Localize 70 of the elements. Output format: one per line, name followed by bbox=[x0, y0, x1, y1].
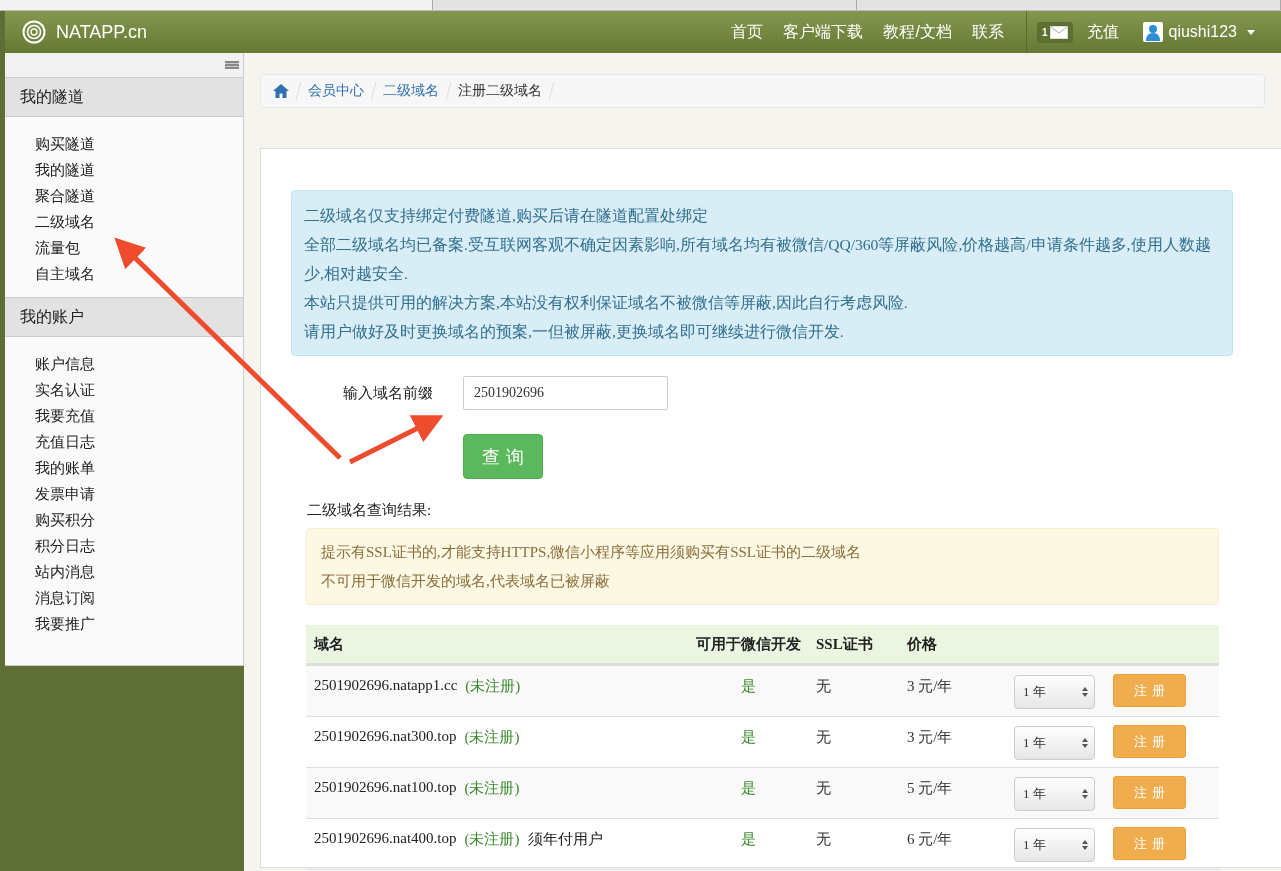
section-header: 我的隧道 bbox=[5, 77, 243, 117]
table-cell-text: 3 元/年 bbox=[907, 728, 954, 747]
sidebar-item[interactable]: 账户信息 bbox=[35, 351, 95, 377]
sidebar-item[interactable]: 实名认证 bbox=[35, 377, 95, 403]
domain-name: 2501902696.nat400.top bbox=[314, 830, 457, 848]
status-text: (未注册) bbox=[464, 830, 520, 849]
sidebar-item[interactable]: 我要推广 bbox=[35, 611, 95, 637]
sidebar-item[interactable]: 流量包 bbox=[35, 235, 80, 261]
table-cell-text: 是 bbox=[739, 677, 757, 696]
sidebar-item[interactable]: 发票申请 bbox=[35, 481, 95, 507]
sidebar-item[interactable]: 消息订阅 bbox=[35, 585, 95, 611]
alert-text: 提示有SSL证书的,才能支持HTTPS,微信小程序等应用须购买有SSL证书的二级域名 bbox=[321, 543, 863, 562]
column-header: 价格 bbox=[907, 634, 938, 654]
period-select[interactable]: 1 年 bbox=[1014, 828, 1095, 862]
sidebar-item[interactable]: 我的隧道 bbox=[35, 157, 95, 183]
column-header: 域名 bbox=[314, 634, 345, 654]
nav-link[interactable]: 首页 bbox=[721, 21, 774, 43]
sidebar-item[interactable]: 自主域名 bbox=[35, 261, 95, 287]
section-header: 我的账户 bbox=[5, 297, 243, 337]
sidebar-item[interactable]: 购买隧道 bbox=[35, 131, 95, 157]
column-header: 可用于微信开发 bbox=[694, 634, 802, 654]
user-menu[interactable]: qiushi123 bbox=[1142, 22, 1255, 42]
table-cell-text: 5 元/年 bbox=[907, 779, 954, 798]
status-text: (未注册) bbox=[465, 677, 521, 696]
nav-link[interactable]: 联系 bbox=[961, 21, 1014, 43]
alert-text: 全部二级域名均已备案.受互联网客观不确定因素影响,所有域名均有被微信/QQ/360等屏蔽风险,价格越高/申请条件越多,使用人数越少,相对越安全. bbox=[304, 235, 1212, 284]
sidebar-item[interactable]: 站内消息 bbox=[35, 559, 95, 585]
period-select[interactable]: 1 年 bbox=[1014, 726, 1095, 760]
domain-name: 2501902696.nat300.top bbox=[314, 728, 457, 746]
domain-name: 2501902696.natapp1.cc bbox=[314, 677, 458, 695]
user-name: qiushi123 bbox=[1168, 23, 1237, 41]
sidebar-item[interactable]: 充值日志 bbox=[35, 429, 95, 455]
note-text: 须年付用户 bbox=[527, 830, 603, 849]
table-cell-text: 无 bbox=[815, 677, 832, 696]
table-cell-text: 3 元/年 bbox=[907, 677, 954, 696]
nav-link[interactable]: 客户端下载 bbox=[773, 21, 874, 43]
table-cell-text: 是 bbox=[739, 779, 757, 798]
column-header: SSL证书 bbox=[815, 634, 874, 654]
sidebar-item[interactable]: 二级域名 bbox=[35, 209, 95, 235]
breadcrumb-link[interactable]: 会员中心 bbox=[308, 82, 364, 100]
table-cell-text: 无 bbox=[815, 779, 832, 798]
brand-link[interactable]: NATAPP.cn bbox=[56, 21, 148, 43]
table-cell-text: 无 bbox=[815, 728, 832, 747]
sidebar-item[interactable]: 聚合隧道 bbox=[35, 183, 95, 209]
alert-text: 本站只提供可用的解决方案,本站没有权利保证域名不被微信等屏蔽,因此自行考虑风险. bbox=[304, 293, 909, 313]
prefix-input[interactable]: 2501902696 bbox=[463, 376, 668, 410]
sidebar-item[interactable]: 购买积分 bbox=[35, 507, 95, 533]
table-cell-text: 无 bbox=[815, 830, 832, 849]
messages-button[interactable]: 1 bbox=[1036, 21, 1073, 43]
period-select[interactable]: 1 年 bbox=[1014, 777, 1095, 811]
table-cell-text: 6 元/年 bbox=[907, 830, 954, 849]
alert-text: 二级域名仅支持绑定付费隧道,购买后请在隧道配置处绑定 bbox=[304, 206, 709, 226]
field-label: 输入域名前缀 bbox=[342, 383, 434, 403]
breadcrumb-current: 注册二级域名 bbox=[458, 82, 542, 100]
period-select[interactable]: 1 年 bbox=[1014, 675, 1095, 709]
table-cell-text: 是 bbox=[739, 830, 757, 849]
table-cell-text: 是 bbox=[739, 728, 757, 747]
breadcrumb-link[interactable]: 二级域名 bbox=[383, 82, 439, 100]
nav-link[interactable]: 充值 bbox=[1076, 21, 1129, 43]
sidebar-item[interactable]: 我的账单 bbox=[35, 455, 95, 481]
nav-link[interactable]: 教程/文档 bbox=[873, 21, 962, 43]
results-title: 二级域名查询结果: bbox=[307, 501, 433, 520]
sidebar-item[interactable]: 我要充值 bbox=[35, 403, 95, 429]
sidebar-item[interactable]: 积分日志 bbox=[35, 533, 95, 559]
message-count: 1 bbox=[1041, 26, 1048, 38]
alert-text: 请用户做好及时更换域名的预案,一但被屏蔽,更换域名即可继续进行微信开发. bbox=[304, 322, 845, 342]
alert-text: 不可用于微信开发的域名,代表域名已被屏蔽 bbox=[321, 572, 611, 591]
status-text: (未注册) bbox=[464, 728, 520, 747]
domain-name: 2501902696.nat100.top bbox=[314, 779, 457, 797]
status-text: (未注册) bbox=[464, 779, 520, 798]
